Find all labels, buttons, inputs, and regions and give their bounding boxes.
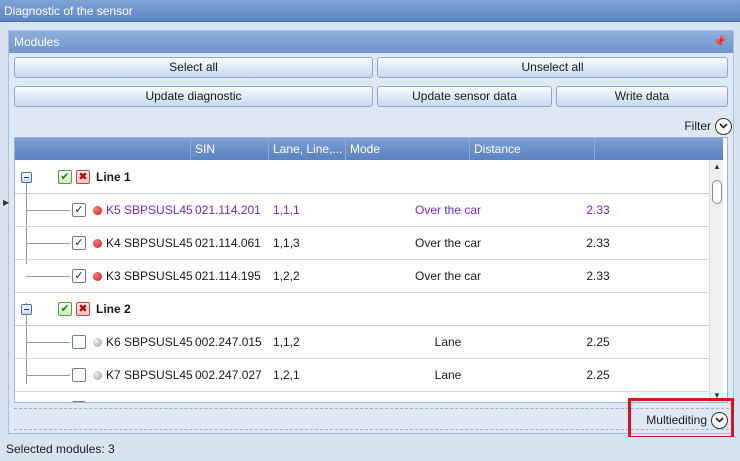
update-diagnostic-button[interactable]: Update diagnostic [14, 86, 373, 107]
module-name: K5 SBPSUSL45 [106, 203, 193, 217]
column-header-empty [595, 138, 709, 160]
status-dot-icon [93, 371, 102, 380]
current-row-indicator-icon: ▶ [3, 198, 10, 207]
module-distance: 2.25 [586, 368, 610, 382]
module-name: K4 SBPSUSL45 [106, 236, 193, 250]
write-data-button[interactable]: Write data [556, 86, 728, 107]
module-name: K8 SBPSUSL45 [106, 392, 193, 402]
chevron-down-icon[interactable] [715, 117, 732, 135]
module-mode: Lane [346, 392, 550, 402]
checkmark-icon[interactable]: ✔ [58, 302, 72, 316]
tree-line [26, 243, 70, 244]
table-row[interactable]: ✓ K3 SBPSUSL45 021.114.195 1,2,2 Over th… [15, 260, 709, 293]
grid-header-tree [15, 138, 191, 160]
column-header-lane[interactable]: Lane, Line,... [269, 138, 346, 160]
cross-icon[interactable]: ✖ [76, 302, 90, 316]
unselect-all-button[interactable]: Unselect all [377, 57, 728, 78]
status-dot-icon [93, 206, 102, 215]
modules-panel-header: Modules 📌 [9, 31, 733, 53]
status-dot-icon [93, 272, 102, 281]
table-row[interactable]: ✓ K4 SBPSUSL45 021.114.061 1,1,3 Over th… [15, 227, 709, 260]
row-checkbox[interactable]: ✓ [72, 236, 86, 250]
module-sin: 021.114.061 [195, 236, 261, 250]
update-sensor-data-button[interactable]: Update sensor data [377, 86, 552, 107]
status-dot-icon [93, 338, 102, 347]
collapse-icon[interactable] [21, 172, 32, 183]
module-mode: Lane [434, 335, 462, 349]
column-header-sin[interactable]: SIN [191, 138, 269, 160]
module-sin: 021.114.201 [195, 203, 261, 217]
status-dot-icon [93, 239, 102, 248]
panel-title: Modules [14, 35, 60, 49]
tree-line [26, 210, 70, 211]
module-name: K6 SBPSUSL45 [106, 335, 193, 349]
status-bar: Selected modules: 3 [0, 437, 740, 461]
module-mode: Lane [434, 368, 462, 382]
module-lane: 1,2,1 [273, 368, 300, 382]
module-lane: 1,2,2 [273, 269, 300, 283]
row-checkbox[interactable] [72, 368, 86, 382]
tree-line [26, 375, 70, 376]
column-header-mode[interactable]: Mode [346, 138, 470, 160]
module-lane: 1,1,2 [273, 335, 300, 349]
module-name: K7 SBPSUSL45 [106, 368, 193, 382]
module-mode: Over the car [414, 269, 482, 283]
table-row[interactable]: K8 SBPSUSL45 002.247.025 1,2,3 Lane 2.25 [15, 392, 709, 402]
group-label: Line 2 [96, 302, 131, 316]
grid-header: SIN Lane, Line,... Mode Distance [15, 138, 723, 160]
module-sin: 002.247.025 [195, 392, 262, 402]
modules-grid[interactable]: SIN Lane, Line,... Mode Distance ✔ ✖ Lin… [14, 137, 728, 403]
filter-toggle[interactable]: Filter [684, 116, 732, 136]
module-lane: 1,2,3 [273, 392, 300, 402]
pin-icon[interactable]: 📌 [713, 31, 727, 53]
module-distance: 2.33 [586, 236, 610, 250]
module-lane: 1,1,3 [273, 236, 300, 250]
scrollbar-thumb[interactable] [712, 180, 722, 204]
module-distance: 2.33 [586, 203, 610, 217]
module-sin: 021.114.195 [195, 269, 261, 283]
collapse-icon[interactable] [21, 304, 32, 315]
group-row-line-2[interactable]: ✔ ✖ Line 2 [15, 293, 709, 326]
module-distance: 2.25 [586, 335, 610, 349]
annotation-highlight-box [628, 398, 734, 439]
module-mode: Over the car [414, 236, 482, 250]
module-sin: 002.247.015 [195, 335, 262, 349]
checkmark-icon[interactable]: ✔ [58, 170, 72, 184]
filter-label: Filter [684, 119, 711, 133]
scroll-up-icon[interactable]: ▲ [713, 162, 721, 171]
column-header-distance[interactable]: Distance [470, 138, 595, 160]
table-row[interactable]: K6 SBPSUSL45 002.247.015 1,1,2 Lane 2.25 [15, 326, 709, 359]
module-mode: Over the car [414, 203, 482, 217]
row-checkbox[interactable] [72, 401, 86, 402]
tree-line [26, 342, 70, 343]
cross-icon[interactable]: ✖ [76, 170, 90, 184]
module-distance: 2.33 [586, 269, 610, 283]
select-all-button[interactable]: Select all [14, 57, 373, 78]
module-name: K3 SBPSUSL45 [106, 269, 193, 283]
multiediting-bar: Multiediting [14, 408, 734, 430]
table-row[interactable]: ✓ K5 SBPSUSL45 021.114.201 1,1,1 Over th… [15, 194, 709, 227]
vertical-scrollbar[interactable]: ▲ ▼ [709, 160, 723, 402]
row-checkbox[interactable]: ✓ [72, 203, 86, 217]
group-label: Line 1 [96, 170, 131, 184]
table-row[interactable]: K7 SBPSUSL45 002.247.027 1,2,1 Lane 2.25 [15, 359, 709, 392]
module-sin: 002.247.027 [195, 368, 262, 382]
window-title: Diagnostic of the sensor [0, 0, 740, 22]
module-lane: 1,1,1 [273, 203, 300, 217]
group-row-line-1[interactable]: ✔ ✖ Line 1 [15, 161, 709, 194]
row-checkbox[interactable] [72, 335, 86, 349]
row-checkbox[interactable]: ✓ [72, 269, 86, 283]
tree-line [26, 276, 70, 277]
